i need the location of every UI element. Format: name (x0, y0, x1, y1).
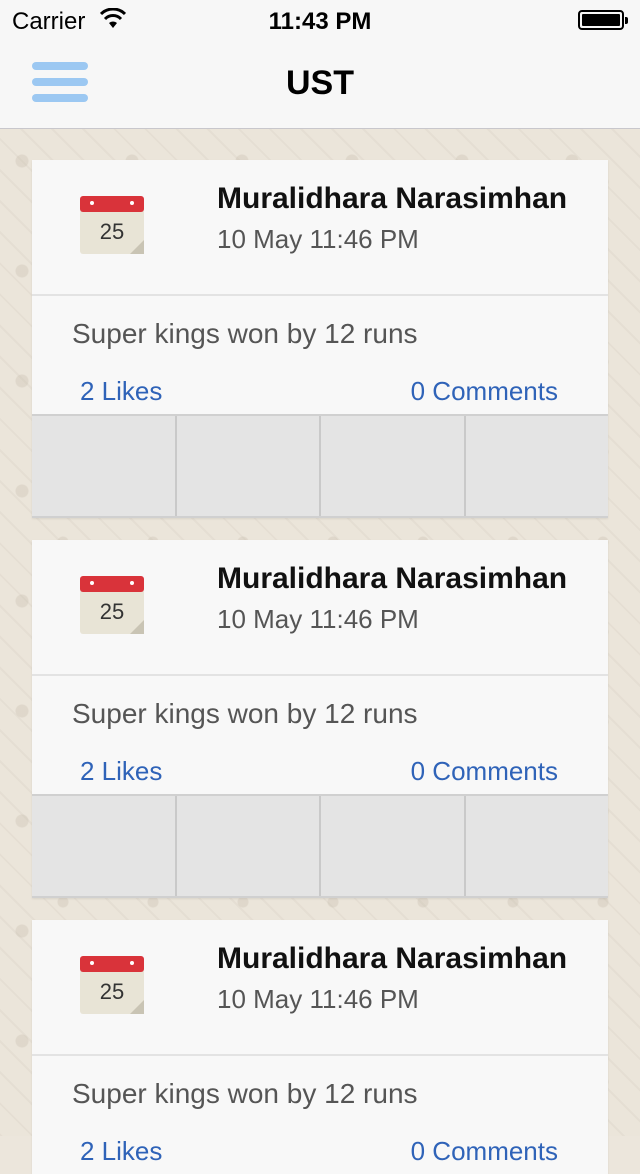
post-actions (32, 794, 608, 898)
post-body: Super kings won by 12 runs 2 Likes 0 Com… (32, 676, 608, 794)
post-text: Super kings won by 12 runs (72, 1078, 418, 1109)
post-body: Super kings won by 12 runs 2 Likes 0 Com… (32, 296, 608, 414)
page-title: UST (286, 64, 354, 102)
action-button[interactable] (177, 796, 321, 896)
comments-link[interactable]: 0 Comments (411, 1136, 558, 1167)
calendar-icon: 25 (80, 576, 144, 634)
post-date: 10 May 11:46 PM (217, 604, 419, 634)
action-button[interactable] (32, 416, 177, 516)
likes-link[interactable]: 2 Likes (80, 1136, 162, 1167)
post-author: Muralidhara Narasimhan (217, 942, 568, 975)
post-header: 25 Muralidhara Narasimhan 10 May 11:46 P… (32, 920, 608, 1056)
comments-link[interactable]: 0 Comments (411, 756, 558, 787)
post-author: Muralidhara Narasimhan (217, 562, 568, 595)
post-header: 25 Muralidhara Narasimhan 10 May 11:46 P… (32, 540, 608, 676)
post-author: Muralidhara Narasimhan (217, 182, 568, 215)
post-text: Super kings won by 12 runs (72, 318, 418, 349)
status-time: 11:43 PM (268, 8, 372, 35)
post-actions (32, 414, 608, 518)
navigation-bar: UST (0, 40, 640, 129)
post-card: 25 Muralidhara Narasimhan 10 May 11:46 P… (32, 160, 608, 518)
calendar-icon: 25 (80, 196, 144, 254)
action-button[interactable] (466, 796, 609, 896)
comments-link[interactable]: 0 Comments (411, 376, 558, 407)
post-date: 10 May 11:46 PM (217, 984, 419, 1014)
battery-icon (578, 10, 628, 30)
post-text: Super kings won by 12 runs (72, 698, 418, 729)
post-date: 10 May 11:46 PM (217, 224, 419, 254)
post-body: Super kings won by 12 runs 2 Likes 0 Com… (32, 1056, 608, 1174)
calendar-day-label: 25 (100, 219, 124, 244)
post-header: 25 Muralidhara Narasimhan 10 May 11:46 P… (32, 160, 608, 296)
calendar-icon: 25 (80, 956, 144, 1014)
calendar-day-label: 25 (100, 979, 124, 1004)
action-button[interactable] (466, 416, 609, 516)
status-bar: Carrier 11:43 PM (0, 0, 640, 40)
likes-link[interactable]: 2 Likes (80, 376, 162, 407)
likes-link[interactable]: 2 Likes (80, 756, 162, 787)
action-button[interactable] (321, 416, 466, 516)
action-button[interactable] (32, 796, 177, 896)
action-button[interactable] (177, 416, 321, 516)
calendar-day-label: 25 (100, 599, 124, 624)
post-card: 25 Muralidhara Narasimhan 10 May 11:46 P… (32, 540, 608, 898)
action-button[interactable] (321, 796, 466, 896)
